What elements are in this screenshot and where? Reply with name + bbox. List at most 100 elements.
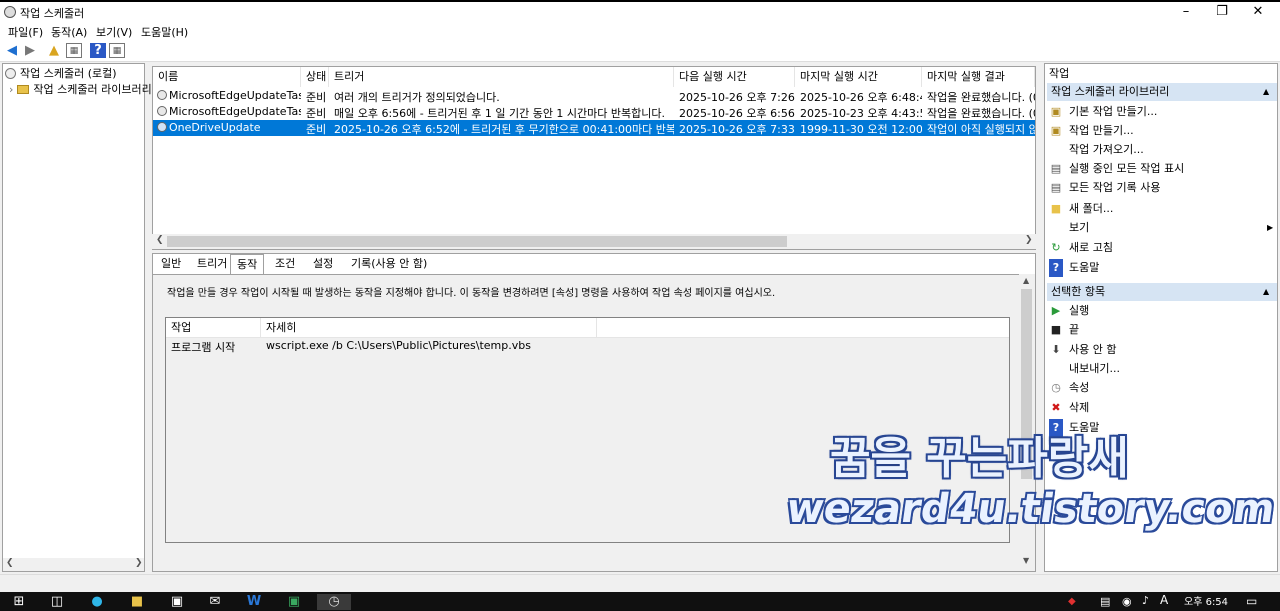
title-bar: 작업 스케줄러 – ❐ ✕	[0, 0, 1280, 22]
window-title: 작업 스케줄러	[20, 7, 85, 20]
task-row-selected[interactable]: OneDriveUpdate 준비 2025-10-26 오후 6:52에 - …	[153, 120, 1035, 136]
history-icon: ▤	[1050, 181, 1062, 194]
action-help[interactable]: ? 도움말	[1049, 259, 1099, 277]
action-properties[interactable]: ◷ 속성	[1049, 379, 1089, 397]
task-row[interactable]: MicrosoftEdgeUpdateTaskM... 준비 매일 오후 6:5…	[153, 104, 1035, 120]
collapse-icon[interactable]: ▲	[1263, 83, 1269, 101]
action-end[interactable]: ■ 끝	[1049, 321, 1079, 339]
task-view-icon[interactable]: ◫	[46, 594, 68, 610]
action-create-basic-task[interactable]: ▣ 기본 작업 만들기...	[1049, 103, 1158, 121]
folder-icon: ■	[1050, 202, 1062, 215]
section-header-selected[interactable]: 선택한 항목 ▲	[1047, 283, 1277, 301]
folder-icon	[17, 85, 30, 94]
scroll-left-icon[interactable]: ❮	[6, 558, 14, 568]
scroll-down-icon[interactable]: ▼	[1023, 556, 1029, 565]
security-icon[interactable]: ◆	[1068, 596, 1076, 607]
forward-icon[interactable]: ▶	[22, 43, 38, 58]
task-icon	[157, 122, 167, 132]
column-header-name[interactable]: 이름	[153, 67, 301, 87]
taskbar: ⊞ ◫ ● ■ ▣ ✉ W ▣ ◷ ◆ ▤ ◉ ♪ A 오후 6:54 ▭	[0, 592, 1280, 611]
action-create-task[interactable]: ▣ 작업 만들기...	[1049, 122, 1134, 140]
up-folder-icon[interactable]: ▲	[46, 43, 62, 58]
task-icon	[157, 90, 167, 100]
properties-icon: ◷	[1051, 381, 1061, 394]
help-icon[interactable]: ?	[90, 43, 106, 58]
action-enable-history[interactable]: ▤ 모든 작업 기록 사용	[1049, 179, 1161, 197]
restore-button[interactable]: ❐	[1204, 2, 1240, 24]
column-header-last-run[interactable]: 마지막 실행 시간	[795, 67, 922, 87]
tab-actions[interactable]: 동작	[230, 254, 265, 274]
notification-icon[interactable]: ▭	[1246, 594, 1257, 608]
clock-time[interactable]: 오후 6:54	[1184, 593, 1228, 608]
mail-icon[interactable]: ✉	[204, 594, 226, 610]
scroll-right-icon[interactable]: ❯	[1025, 235, 1033, 245]
tab-conditions[interactable]: 조건	[269, 254, 301, 274]
menu-action[interactable]: 동작(A)	[51, 24, 87, 40]
action-display-running[interactable]: ▤ 실행 중인 모든 작업 표시	[1049, 160, 1184, 178]
tab-settings[interactable]: 설정	[307, 254, 339, 274]
word-icon[interactable]: W	[243, 594, 265, 610]
volume-icon[interactable]: ♪	[1142, 594, 1149, 607]
collapse-icon[interactable]: ▲	[1263, 283, 1269, 301]
scroll-right-icon[interactable]: ❯	[135, 558, 143, 568]
basic-task-icon: ▣	[1050, 105, 1062, 118]
ime-indicator[interactable]: A	[1160, 593, 1168, 607]
refresh-icon: ↻	[1051, 241, 1061, 254]
scrollbar-thumb[interactable]	[167, 236, 787, 247]
delete-icon: ✖	[1051, 401, 1061, 414]
task-scheduler-app-icon	[4, 6, 16, 18]
action-view[interactable]: 보기 ▶	[1049, 219, 1275, 237]
show-hide-console-icon[interactable]: ▦	[66, 43, 82, 58]
expand-chevron-icon[interactable]: ›	[9, 83, 13, 96]
menu-help[interactable]: 도움말(H)	[141, 24, 188, 40]
task-scheduler-taskbar-icon[interactable]: ◷	[317, 594, 351, 610]
action-disable[interactable]: ⬇ 사용 안 함	[1049, 341, 1116, 359]
app-icon[interactable]: ▣	[283, 594, 305, 610]
tree-horizontal-scrollbar[interactable]: ❮ ❯	[3, 558, 144, 571]
store-icon[interactable]: ▣	[166, 594, 188, 610]
tree-root[interactable]: 작업 스케줄러 (로컬)	[5, 65, 117, 81]
close-button[interactable]: ✕	[1240, 2, 1276, 24]
globe-icon[interactable]: ◉	[1122, 595, 1132, 608]
clock-icon	[5, 68, 16, 79]
submenu-arrow-icon: ▶	[1267, 223, 1274, 232]
file-explorer-icon[interactable]: ■	[126, 594, 148, 610]
menu-bar: 파일(F) 동작(A) 보기(V) 도움말(H)	[0, 22, 1280, 40]
menu-view[interactable]: 보기(V)	[96, 24, 132, 40]
action-table-header: 작업 자세히	[166, 318, 1009, 338]
show-action-pane-icon[interactable]: ▦	[109, 43, 125, 58]
column-header-details[interactable]: 자세히	[261, 318, 597, 338]
edge-icon[interactable]: ●	[86, 594, 108, 610]
column-header-status[interactable]: 상태	[301, 67, 329, 87]
column-header-last-result[interactable]: 마지막 실행 결과	[922, 67, 1035, 87]
column-header-action[interactable]: 작업	[166, 318, 261, 338]
network-icon[interactable]: ▤	[1100, 595, 1110, 608]
menu-file[interactable]: 파일(F)	[8, 24, 43, 40]
help-icon: ?	[1049, 259, 1063, 277]
back-icon[interactable]: ◀	[4, 43, 20, 58]
column-header-next-run[interactable]: 다음 실행 시간	[674, 67, 795, 87]
minimize-button[interactable]: –	[1168, 2, 1204, 24]
tab-general[interactable]: 일반	[155, 254, 187, 274]
watermark-url: wezard4u.tistory.com	[783, 486, 1278, 532]
status-bar	[0, 574, 1280, 592]
task-list: 이름 상태 트리거 다음 실행 시간 마지막 실행 시간 마지막 실행 결과 M…	[152, 66, 1036, 250]
tree-item-library[interactable]: › 작업 스케줄러 라이브러리	[9, 81, 152, 97]
action-delete[interactable]: ✖ 삭제	[1049, 399, 1089, 417]
action-run[interactable]: ▶ 실행	[1049, 302, 1089, 320]
task-row[interactable]: MicrosoftEdgeUpdateTaskM... 준비 여러 개의 트리거…	[153, 88, 1035, 104]
scroll-up-icon[interactable]: ▲	[1023, 276, 1029, 285]
action-export[interactable]: 내보내기...	[1049, 360, 1120, 378]
toolbar: ◀ ▶ ▲ ▦ ? ▦	[0, 40, 1280, 62]
scroll-left-icon[interactable]: ❮	[156, 235, 164, 245]
tab-history[interactable]: 기록(사용 안 함)	[345, 254, 433, 274]
action-import-task[interactable]: 작업 가져오기...	[1049, 141, 1144, 159]
action-refresh[interactable]: ↻ 새로 고침	[1049, 239, 1113, 257]
tab-triggers[interactable]: 트리거	[191, 254, 233, 274]
action-row[interactable]: 프로그램 시작 wscript.exe /b C:\Users\Public\P…	[166, 338, 1009, 354]
task-list-horizontal-scrollbar[interactable]: ❮ ❯	[152, 234, 1036, 249]
start-icon[interactable]: ⊞	[8, 594, 30, 610]
section-header-library[interactable]: 작업 스케줄러 라이브러리 ▲	[1047, 83, 1277, 101]
action-new-folder[interactable]: ■ 새 폴더...	[1049, 200, 1114, 218]
column-header-trigger[interactable]: 트리거	[329, 67, 674, 87]
